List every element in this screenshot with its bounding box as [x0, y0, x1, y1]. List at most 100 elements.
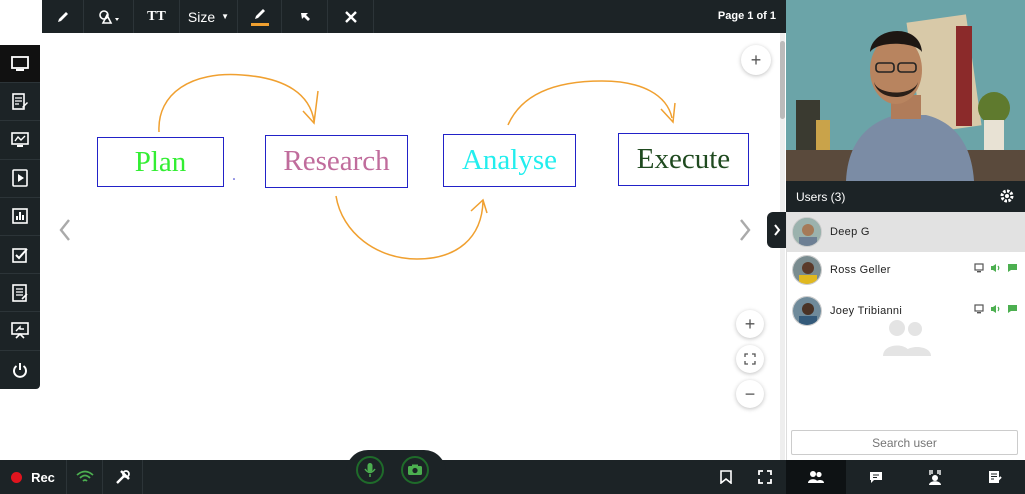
bookmark-button[interactable]: [708, 460, 744, 494]
sidebar-item-video[interactable]: [0, 160, 40, 198]
user-row-deep-g[interactable]: Deep G: [787, 212, 1025, 252]
sidebar-item-presentation[interactable]: [0, 312, 40, 351]
user-status-icons: [974, 263, 1018, 273]
chevron-right-icon: [740, 219, 751, 241]
users-count: Users (3): [796, 189, 846, 204]
page-indicator: Page 1 of 1: [717, 10, 776, 22]
box-research-text: Research: [283, 145, 390, 177]
scrollbar-thumb[interactable]: [780, 41, 785, 119]
pencil-tool-button[interactable]: [42, 0, 84, 33]
size-dropdown[interactable]: Size ▼: [180, 0, 238, 33]
sidebar-item-quiz[interactable]: [0, 236, 40, 275]
user-status-icons: [974, 304, 1018, 314]
power-icon: [13, 362, 27, 378]
caret-down-icon: ▼: [221, 12, 230, 21]
box-plan-text: Plan: [134, 145, 187, 178]
collapse-panel-button[interactable]: [767, 212, 786, 248]
network-status-button[interactable]: [67, 460, 103, 494]
user-name: Deep G: [830, 226, 870, 238]
user-row-ross-geller[interactable]: Ross Geller: [787, 250, 1025, 290]
zoom-in-button[interactable]: +: [736, 310, 764, 338]
fullscreen-button[interactable]: [746, 460, 784, 494]
size-label: Size: [187, 8, 216, 25]
video-play-icon: [12, 169, 28, 187]
arrowhead-2: [470, 198, 488, 214]
zoom-out-button[interactable]: −: [736, 380, 764, 408]
box-analyse: Analyse: [443, 134, 576, 187]
next-page-button[interactable]: [734, 215, 756, 245]
screen-icon[interactable]: [974, 263, 984, 273]
whiteboard-icon: [11, 55, 29, 71]
arrowhead-1: [302, 90, 319, 125]
notes-icon: [12, 283, 28, 302]
media-controls: [346, 450, 446, 494]
microphone-button[interactable]: [356, 456, 384, 484]
add-page-button[interactable]: +: [741, 45, 771, 75]
search-user-input[interactable]: [791, 430, 1018, 455]
box-execute: Execute: [618, 133, 749, 186]
tab-chat[interactable]: [846, 460, 906, 494]
arrowhead-3: [660, 102, 676, 124]
tools-button[interactable]: [103, 460, 143, 494]
prev-page-button[interactable]: [54, 215, 76, 245]
chevron-right-icon: [773, 224, 780, 236]
chat-icon[interactable]: [1007, 263, 1018, 273]
panel-tabs: [786, 460, 1025, 494]
pen-color-icon: [254, 9, 265, 19]
app-root: TT Size ▼ Page 1 of 1 Plan Research Anal…: [0, 0, 1025, 494]
record-button[interactable]: Rec: [0, 460, 67, 494]
record-label: Rec: [31, 469, 55, 485]
camera-icon: [408, 464, 422, 475]
poll-chart-icon: [12, 208, 28, 225]
speaker-icon[interactable]: [990, 263, 1001, 273]
quiz-checkbox-icon: [12, 247, 28, 263]
webcam-feed: [786, 0, 1025, 181]
chat-icon[interactable]: [1007, 304, 1018, 314]
presentation-share-icon: [11, 322, 29, 339]
sidebar-item-exit[interactable]: [0, 351, 40, 389]
sidebar-item-notes[interactable]: [0, 274, 40, 313]
record-dot-icon: [11, 471, 23, 483]
gear-icon[interactable]: [999, 188, 1015, 204]
avatar: [792, 255, 822, 285]
fullscreen-icon: [758, 470, 772, 484]
box-research: Research: [265, 135, 408, 188]
avatar: [792, 296, 822, 326]
user-name: Ross Geller: [830, 264, 891, 276]
screenshare-icon: [11, 132, 29, 147]
tab-users[interactable]: [786, 460, 846, 494]
sidebar-item-screenshare[interactable]: [0, 121, 40, 160]
avatar-image: [793, 297, 821, 325]
users-icon: [807, 471, 824, 483]
microphone-icon: [364, 463, 376, 477]
screen-icon[interactable]: [974, 304, 984, 314]
speaker-icon[interactable]: [990, 304, 1001, 314]
users-panel-header: Users (3): [786, 181, 1025, 212]
avatar-image: [793, 218, 821, 246]
camera-button[interactable]: [401, 456, 429, 484]
pen-color-swatch: [250, 23, 269, 26]
whiteboard-canvas[interactable]: Plan Research Analyse Execute + + −: [42, 33, 780, 460]
avatar: [792, 217, 822, 247]
document-edit-icon: [12, 92, 28, 110]
sidebar-item-document[interactable]: [0, 83, 40, 122]
wifi-icon: [75, 470, 94, 482]
box-analyse-text: Analyse: [461, 144, 558, 176]
arrow-research-to-analyse: [335, 195, 484, 260]
tools-wrench-icon: [115, 470, 130, 484]
sidebar-item-whiteboard[interactable]: [0, 45, 40, 84]
text-tool-button[interactable]: TT: [134, 0, 180, 33]
sidebar-item-poll[interactable]: [0, 198, 40, 236]
clear-board-button[interactable]: [328, 0, 374, 33]
fit-screen-button[interactable]: [736, 345, 764, 373]
tab-notes[interactable]: [965, 460, 1025, 494]
user-list: Deep G Ross Geller Joey Tribianni: [786, 212, 1025, 460]
zoom-in-icon: +: [744, 313, 756, 334]
box-plan: Plan: [97, 137, 224, 187]
color-tool-button[interactable]: [238, 0, 282, 33]
select-tool-button[interactable]: [282, 0, 328, 33]
shapes-tool-button[interactable]: [84, 0, 134, 33]
drawn-arrows: [158, 73, 676, 260]
tab-raise-hand[interactable]: [906, 460, 966, 494]
chat-bubble-icon: [869, 471, 882, 483]
